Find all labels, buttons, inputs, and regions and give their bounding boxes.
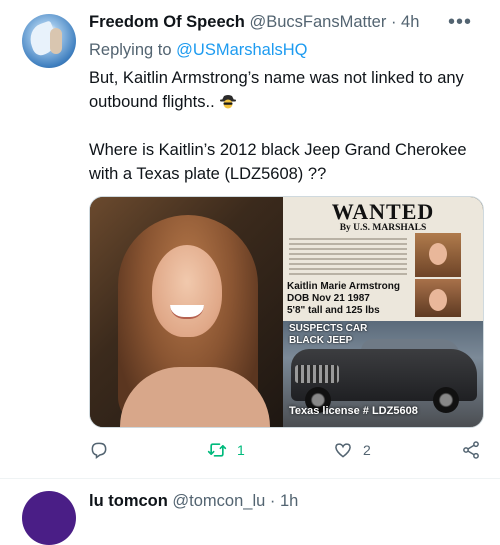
like-icon bbox=[335, 443, 351, 458]
tweet[interactable]: Freedom Of Speech @BucsFansMatter · 4h •… bbox=[0, 0, 500, 478]
tweet-text: But, Kaitlin Armstrong’s name was not li… bbox=[89, 66, 484, 186]
tweet-time[interactable]: 4h bbox=[401, 13, 419, 31]
car-wheel-rear bbox=[433, 387, 459, 413]
next-tweet-time[interactable]: 1h bbox=[280, 492, 298, 510]
like-button[interactable]: 2 bbox=[333, 440, 371, 460]
retweet-button[interactable]: 1 bbox=[207, 440, 245, 460]
replying-to-label: Replying to bbox=[89, 41, 172, 59]
next-separator-dot: · bbox=[269, 492, 276, 510]
poster-photo-2 bbox=[415, 279, 461, 317]
next-author-row: lu tomcon @tomcon_lu · 1h bbox=[89, 492, 298, 511]
poster-fine-print bbox=[289, 235, 407, 281]
retweet-icon bbox=[207, 443, 227, 457]
like-count: 2 bbox=[363, 442, 371, 458]
poster-height: 5'8" tall and 125 lbs bbox=[287, 305, 380, 316]
author-row: Freedom Of Speech @BucsFansMatter · 4h bbox=[89, 13, 419, 32]
poster-by: By U.S. MARSHALS bbox=[339, 223, 427, 233]
tweet-text-line1: But, Kaitlin Armstrong’s name was not li… bbox=[89, 69, 464, 111]
reply-icon bbox=[91, 442, 107, 459]
share-button[interactable] bbox=[461, 440, 481, 460]
media-portrait-photo bbox=[90, 197, 283, 427]
poster-suspects-car: SUSPECTS CAR bbox=[289, 323, 368, 334]
reply-button[interactable] bbox=[89, 440, 119, 460]
spy-emoji-icon bbox=[220, 95, 237, 109]
share-icon bbox=[463, 441, 479, 459]
author-name[interactable]: Freedom Of Speech bbox=[89, 13, 245, 31]
poster-photo-1 bbox=[415, 233, 461, 277]
author-handle[interactable]: @BucsFansMatter bbox=[249, 13, 386, 31]
separator-dot: · bbox=[390, 13, 397, 31]
tweet-actions: 1 2 bbox=[89, 440, 484, 464]
replying-to: Replying to @USMarshalsHQ bbox=[89, 41, 308, 60]
more-icon[interactable]: ••• bbox=[448, 11, 472, 34]
poster-title: WANTED bbox=[331, 199, 435, 224]
poster-name: Kaitlin Marie Armstrong bbox=[287, 281, 400, 292]
tweet-text-line2: Where is Kaitlin’s 2012 black Jeep Grand… bbox=[89, 141, 467, 183]
next-author-name[interactable]: lu tomcon bbox=[89, 492, 168, 510]
car-grill bbox=[295, 365, 339, 383]
poster-black-jeep: BLACK JEEP bbox=[289, 335, 353, 346]
poster-plate: Texas license # LDZ5608 bbox=[289, 405, 418, 417]
next-author-avatar[interactable] bbox=[22, 491, 76, 545]
author-avatar[interactable] bbox=[22, 14, 76, 68]
wanted-poster: WANTED By U.S. MARSHALS Kaitlin Marie Ar… bbox=[283, 197, 483, 427]
avatar-figure bbox=[50, 28, 62, 54]
poster-dob: DOB Nov 21 1987 bbox=[287, 293, 370, 304]
tweet-media[interactable]: WANTED By U.S. MARSHALS Kaitlin Marie Ar… bbox=[89, 196, 484, 428]
next-author-handle[interactable]: @tomcon_lu bbox=[172, 492, 265, 510]
replying-to-mention[interactable]: @USMarshalsHQ bbox=[176, 41, 307, 59]
next-tweet[interactable]: lu tomcon @tomcon_lu · 1h bbox=[0, 479, 500, 545]
retweet-count: 1 bbox=[237, 442, 245, 458]
photo-face bbox=[152, 245, 222, 337]
